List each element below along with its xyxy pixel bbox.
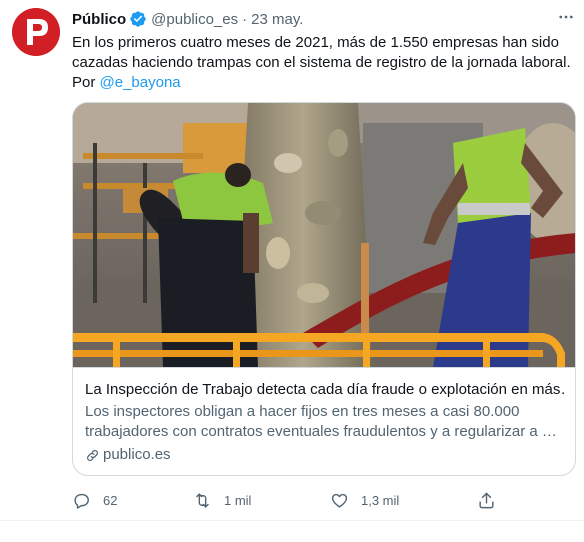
author-name[interactable]: Público bbox=[72, 11, 126, 28]
reply-button[interactable]: 62 bbox=[72, 488, 117, 512]
card-image[interactable] bbox=[73, 103, 576, 367]
card-domain-label: publico.es bbox=[103, 446, 171, 463]
retweet-icon bbox=[196, 492, 209, 508]
link-icon bbox=[87, 449, 98, 461]
tweet-text-line: En los primeros cuatro meses de 2021, má… bbox=[72, 34, 559, 51]
card-description-line: trabajadores con contratos eventuales fr… bbox=[85, 423, 557, 440]
like-count: 1,3 mil bbox=[361, 492, 400, 508]
publico-logo-icon bbox=[12, 8, 60, 56]
like-icon bbox=[331, 493, 348, 508]
author-handle[interactable]: @publico_es bbox=[151, 11, 238, 28]
tweet-actions: 62 1 mil 1,3 mil bbox=[72, 488, 502, 512]
card-title[interactable]: La Inspección de Trabajo detecta cada dí… bbox=[85, 380, 565, 400]
card-domain[interactable]: publico.es bbox=[85, 445, 171, 465]
reply-icon bbox=[74, 493, 89, 509]
tweet-text-line: Por @e_bayona bbox=[72, 73, 572, 93]
retweet-button[interactable]: 1 mil bbox=[193, 488, 251, 512]
tweet-header: Público @publico_es · 23 may. bbox=[72, 10, 303, 28]
reply-count: 62 bbox=[103, 492, 118, 508]
card-body[interactable]: La Inspección de Trabajo detecta cada dí… bbox=[73, 367, 575, 475]
mention-link[interactable]: @e_bayona bbox=[100, 74, 181, 91]
tweet[interactable]: Público @publico_es · 23 may. En los pri… bbox=[0, 0, 584, 521]
card-description: Los inspectores obligan a hacer fijos en… bbox=[85, 402, 565, 442]
card-description-line: Los inspectores obligan a hacer fijos en… bbox=[85, 403, 520, 420]
verified-badge-icon bbox=[129, 10, 147, 28]
link-card[interactable]: La Inspección de Trabajo detecta cada dí… bbox=[72, 102, 576, 476]
tweet-text-prefix: Por bbox=[72, 74, 100, 91]
more-icon[interactable] bbox=[555, 6, 577, 28]
avatar[interactable] bbox=[12, 8, 60, 56]
share-button[interactable] bbox=[477, 488, 508, 512]
tweet-text-line: cazadas haciendo trampas con el sistema … bbox=[72, 54, 571, 71]
like-button[interactable]: 1,3 mil bbox=[330, 488, 399, 512]
separator-dot: · bbox=[242, 10, 248, 28]
tweet-date[interactable]: 23 may. bbox=[251, 11, 303, 28]
share-icon bbox=[479, 492, 494, 508]
retweet-count: 1 mil bbox=[224, 492, 252, 508]
tweet-text: En los primeros cuatro meses de 2021, má… bbox=[72, 33, 572, 93]
